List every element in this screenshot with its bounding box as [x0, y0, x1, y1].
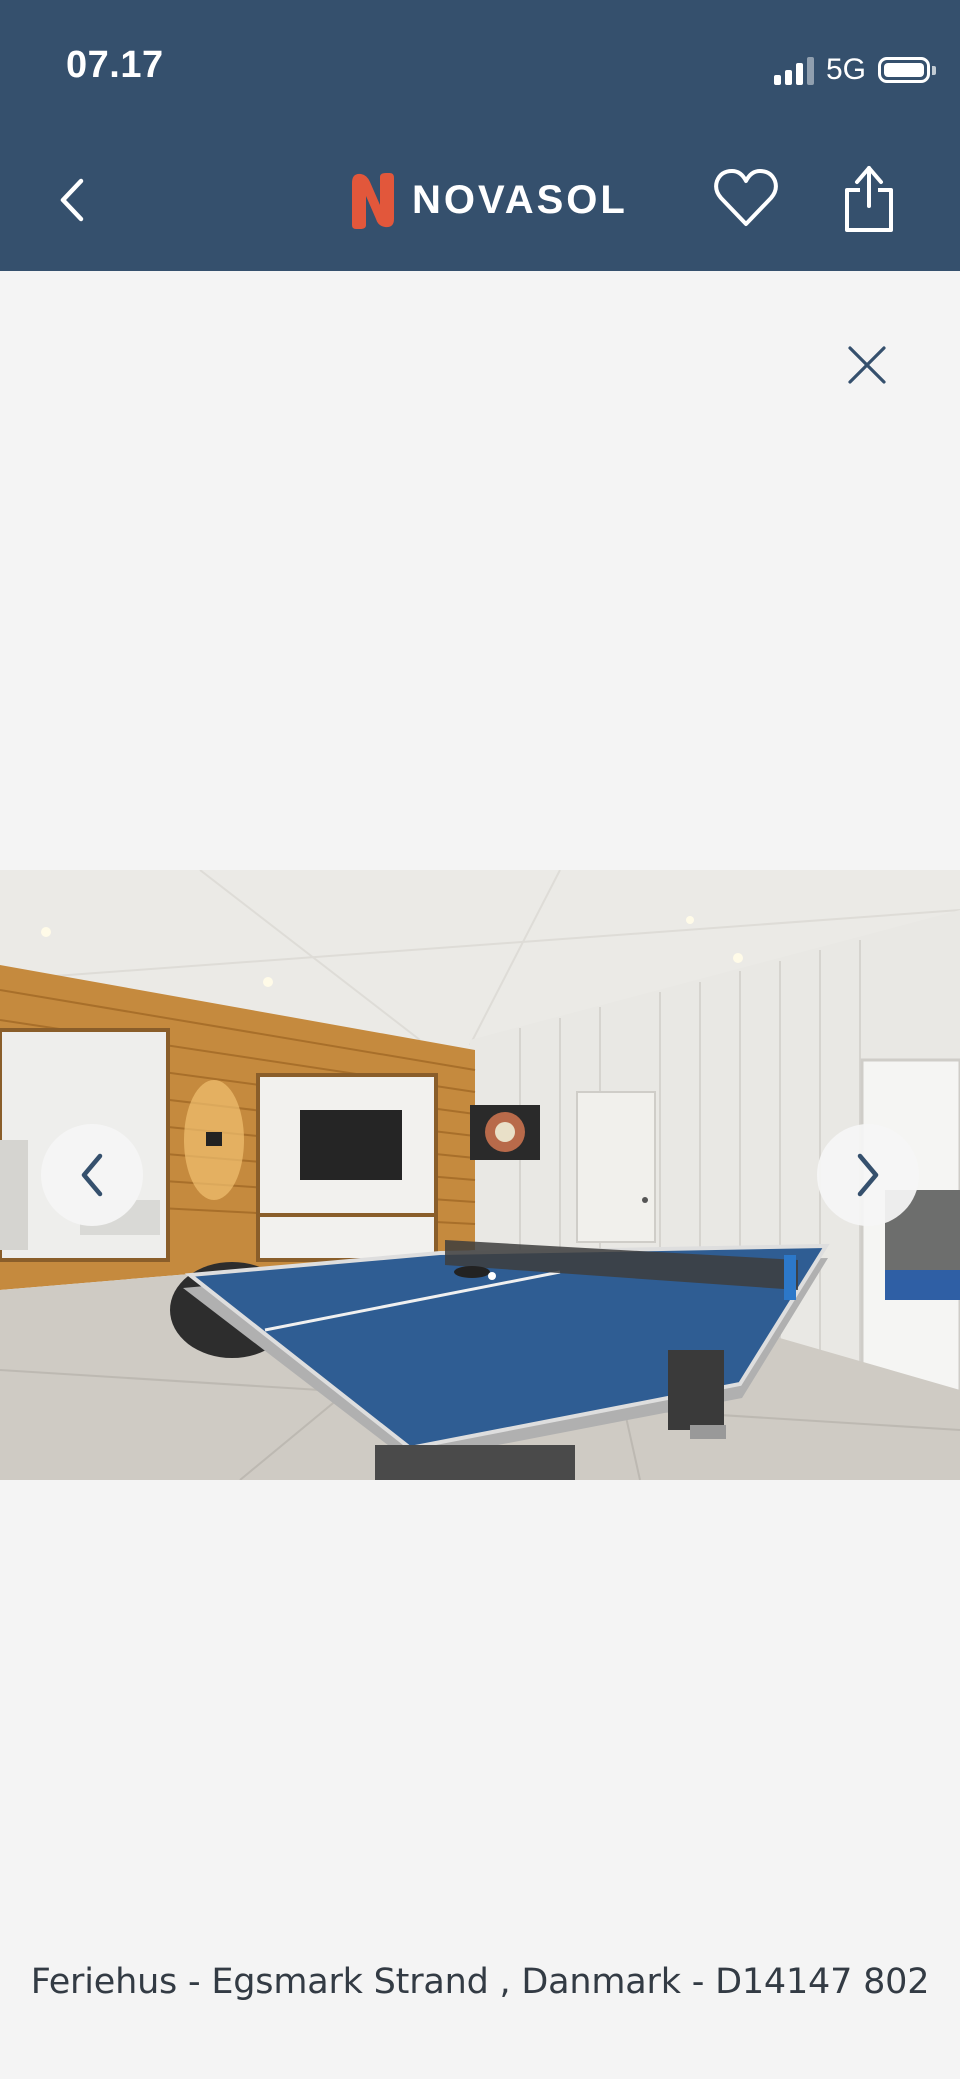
status-time: 07.17: [66, 44, 164, 86]
brand-name: NOVASOL: [412, 177, 628, 222]
chevron-left-icon: [60, 178, 84, 222]
logo-mark-icon: [352, 173, 394, 229]
close-icon: [848, 346, 886, 384]
back-button[interactable]: [50, 170, 94, 230]
app-header: 07.17 5G NOVASOL: [0, 0, 960, 271]
chevron-right-icon: [857, 1153, 879, 1197]
close-gallery-button[interactable]: [846, 344, 888, 386]
signal-icon: [773, 55, 814, 85]
battery-icon: [878, 57, 936, 83]
game-room-photo: [0, 870, 960, 1480]
favorite-button[interactable]: [712, 166, 780, 230]
gallery-photo[interactable]: [0, 870, 960, 1480]
share-icon: [845, 166, 893, 232]
photo-caption: Feriehus - Egsmark Strand , Danmark - D1…: [30, 1962, 930, 2002]
next-photo-button[interactable]: [817, 1124, 919, 1226]
chevron-left-icon: [81, 1153, 103, 1197]
network-type: 5G: [825, 53, 866, 86]
previous-photo-button[interactable]: [41, 1124, 143, 1226]
status-indicators: 5G: [773, 50, 936, 90]
share-button[interactable]: [842, 162, 896, 234]
heart-icon: [714, 169, 778, 226]
novasol-logo: NOVASOL: [346, 168, 628, 232]
